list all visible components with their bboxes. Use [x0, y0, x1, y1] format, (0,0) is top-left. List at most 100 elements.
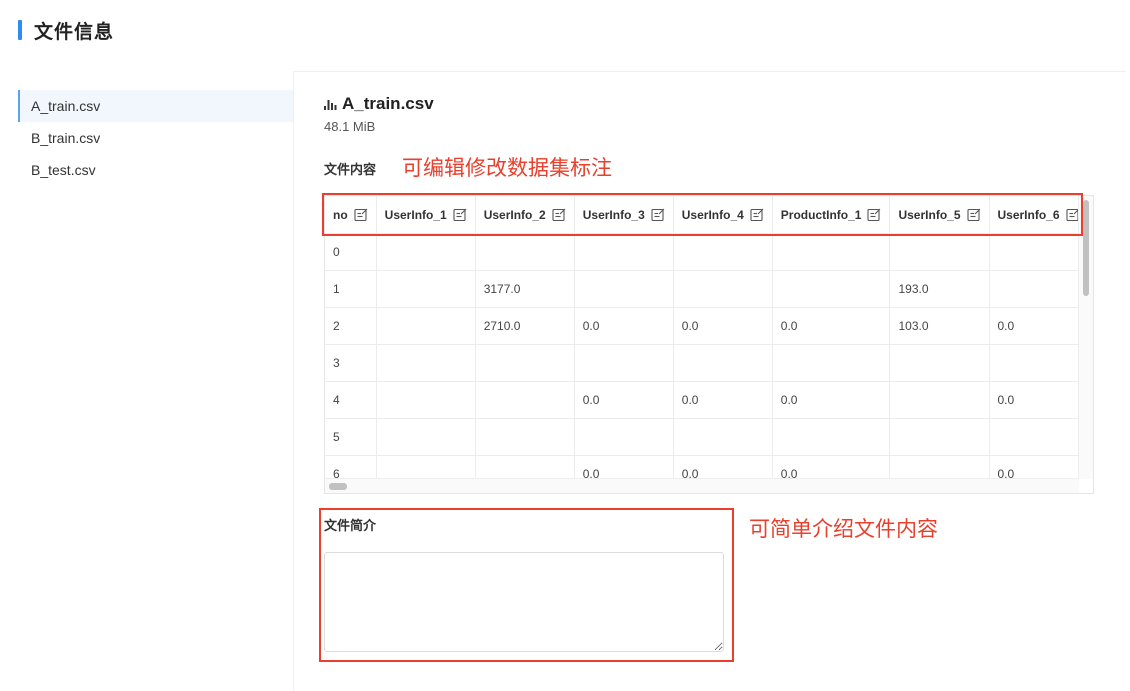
vertical-scrollbar[interactable]: [1078, 196, 1093, 479]
table-cell: [376, 381, 476, 419]
horizontal-scrollbar[interactable]: [325, 478, 1079, 493]
table-cell: 0.0: [673, 455, 773, 479]
table-cell: 0.0: [574, 381, 674, 419]
content-label: 文件内容: [324, 162, 377, 177]
column-header: UserInfo_4: [673, 196, 773, 234]
column-header-label: UserInfo_5: [898, 207, 961, 222]
table-cell: 1: [325, 270, 377, 308]
edit-icon[interactable]: [354, 208, 368, 222]
table-cell: [376, 307, 476, 345]
file-name: A_train.csv: [342, 94, 434, 113]
table-cell: 3177.0: [475, 270, 575, 308]
table-cell: 0.0: [574, 455, 674, 479]
table-cell: [574, 233, 674, 271]
column-header: no: [325, 196, 377, 234]
table-cell: 0: [325, 233, 377, 271]
intro-annotation: 可简单介绍文件内容: [749, 518, 938, 541]
table-cell: 2710.0: [475, 307, 575, 345]
edit-icon[interactable]: [750, 208, 764, 222]
table-cell: 0.0: [989, 307, 1079, 345]
file-title: A_train.csv: [324, 94, 434, 114]
title-accent-bar: [18, 20, 22, 40]
file-list-item[interactable]: A_train.csv: [18, 90, 293, 122]
table-cell: 4: [325, 381, 377, 419]
table-cell: [475, 344, 575, 382]
column-header-label: ProductInfo_1: [780, 207, 862, 222]
edit-annotation: 可编辑修改数据集标注: [402, 157, 612, 180]
edit-icon[interactable]: [1065, 208, 1079, 222]
table-cell: [772, 270, 891, 308]
table-cell: [376, 233, 476, 271]
table-cell: 0.0: [673, 381, 773, 419]
table-cell: [772, 418, 891, 456]
table-cell: 0.0: [673, 307, 773, 345]
table-cell: 103.0: [889, 307, 990, 345]
table-row: 6 0.0 0.0 0.0 0.0: [325, 455, 1079, 479]
data-table-container: no UserInfo_1 UserInfo_2 UserInfo_3 UserInfo…: [324, 195, 1094, 494]
column-header: ProductInfo_1: [772, 196, 891, 234]
column-header-label: UserInfo_2: [483, 207, 546, 222]
table-cell: [475, 381, 575, 419]
file-list-item[interactable]: B_train.csv: [18, 122, 293, 154]
table-row: 0: [325, 233, 1079, 271]
table-cell: [772, 344, 891, 382]
table-row: 2 2710.0 0.0 0.0 0.0 103.0 0.0: [325, 307, 1079, 345]
table-cell: [574, 344, 674, 382]
table-cell: 2: [325, 307, 377, 345]
column-header: UserInfo_1: [376, 196, 476, 234]
table-cell: 0.0: [574, 307, 674, 345]
bar-chart-icon: [324, 100, 337, 110]
table-cell: [574, 270, 674, 308]
table-cell: [989, 270, 1079, 308]
column-header-label: no: [333, 207, 348, 222]
table-cell: [989, 418, 1079, 456]
table-cell: 0.0: [989, 381, 1079, 419]
edit-icon[interactable]: [966, 208, 981, 222]
table-cell: [889, 381, 990, 419]
vertical-scroll-thumb[interactable]: [1083, 200, 1089, 296]
edit-icon[interactable]: [453, 208, 467, 222]
table-cell: 3: [325, 344, 377, 382]
file-list-item[interactable]: B_test.csv: [18, 154, 293, 186]
table-cell: 5: [325, 418, 377, 456]
edit-icon[interactable]: [867, 208, 881, 222]
intro-textarea[interactable]: [324, 552, 724, 652]
header-divider: [293, 71, 1126, 72]
horizontal-scroll-thumb[interactable]: [329, 483, 347, 490]
table-cell: [376, 455, 476, 479]
table-row: 1 3177.0 193.0: [325, 270, 1079, 308]
table-cell: [889, 455, 990, 479]
table-row: 5: [325, 418, 1079, 456]
table-cell: 0.0: [772, 307, 891, 345]
table-cell: [475, 233, 575, 271]
page-header: 文件信息: [18, 18, 115, 43]
column-header-label: UserInfo_3: [582, 207, 645, 222]
table-cell: 0.0: [772, 455, 891, 479]
sidebar-divider: [293, 71, 294, 691]
table-cell: [989, 344, 1079, 382]
table-cell: [889, 418, 990, 456]
table-cell: [376, 344, 476, 382]
table-cell: [989, 233, 1079, 271]
table-cell: [376, 270, 476, 308]
table-cell: 0.0: [772, 381, 891, 419]
column-header: UserInfo_5: [889, 196, 990, 234]
table-cell: 193.0: [889, 270, 990, 308]
data-table: no UserInfo_1 UserInfo_2 UserInfo_3 UserInfo…: [325, 196, 1079, 479]
table-cell: [673, 344, 773, 382]
table-cell: [673, 418, 773, 456]
table-cell: [574, 418, 674, 456]
table-cell: [475, 455, 575, 479]
column-header-label: UserInfo_6: [997, 207, 1060, 222]
edit-icon[interactable]: [651, 208, 665, 222]
file-list: A_train.csv B_train.csv B_test.csv: [18, 90, 293, 186]
column-header-label: UserInfo_4: [681, 207, 744, 222]
edit-icon[interactable]: [552, 208, 566, 222]
page-title: 文件信息: [34, 21, 115, 43]
column-header: UserInfo_6: [989, 196, 1079, 234]
table-cell: 6: [325, 455, 377, 479]
table-cell: [475, 418, 575, 456]
column-header: UserInfo_2: [475, 196, 575, 234]
table-row: 4 0.0 0.0 0.0 0.0: [325, 381, 1079, 419]
table-cell: [889, 344, 990, 382]
